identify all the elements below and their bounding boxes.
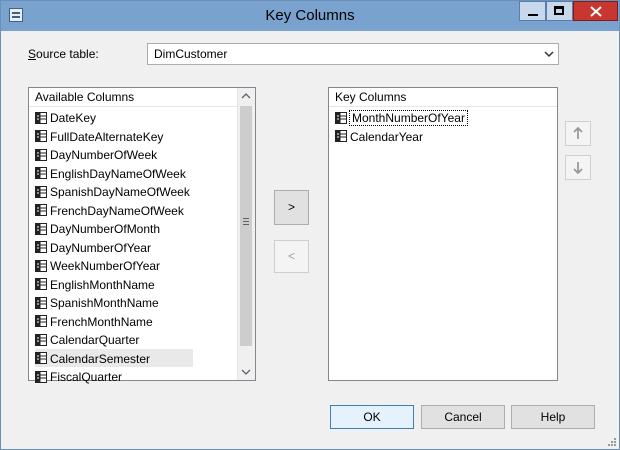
list-item[interactable]: WeekNumberOfYear bbox=[35, 256, 160, 274]
source-table-label-accelerator: S bbox=[28, 47, 37, 61]
list-item[interactable]: CalendarYear bbox=[335, 127, 423, 145]
scroll-up-button[interactable] bbox=[238, 88, 254, 105]
list-item[interactable]: DayNumberOfYear bbox=[35, 238, 151, 256]
list-item-label: CalendarSemester bbox=[50, 351, 151, 366]
list-item-label: SpanishMonthName bbox=[50, 295, 159, 310]
column-icon bbox=[35, 222, 47, 235]
list-item[interactable]: DateKey bbox=[35, 108, 96, 126]
column-icon bbox=[35, 111, 47, 124]
remove-column-button[interactable]: < bbox=[274, 240, 309, 273]
column-icon bbox=[35, 167, 47, 180]
column-icon bbox=[35, 352, 47, 365]
list-item[interactable]: SpanishDayNameOfWeek bbox=[35, 182, 190, 200]
list-item[interactable]: DayNumberOfMonth bbox=[35, 219, 160, 237]
list-item-label: DayNumberOfMonth bbox=[50, 221, 161, 236]
source-table-value: DimCustomer bbox=[154, 47, 228, 61]
list-item-label: FiscalQuarter bbox=[50, 369, 123, 384]
chevron-down-icon bbox=[241, 369, 251, 375]
list-item-label: DateKey bbox=[50, 110, 97, 125]
column-icon bbox=[35, 278, 47, 291]
column-icon bbox=[35, 259, 47, 272]
source-table-label-text: ource table: bbox=[36, 47, 99, 61]
list-item-label: WeekNumberOfYear bbox=[50, 258, 161, 273]
ok-button[interactable]: OK bbox=[330, 405, 414, 429]
column-icon bbox=[35, 370, 47, 383]
list-item[interactable]: CalendarSemester bbox=[35, 348, 193, 367]
close-icon bbox=[590, 6, 602, 17]
close-button[interactable] bbox=[573, 1, 618, 21]
list-item-label: CalendarYear bbox=[350, 129, 423, 144]
column-icon bbox=[35, 185, 47, 198]
available-columns-list[interactable]: Available Columns DateKey FullDateAlterna… bbox=[28, 87, 256, 384]
key-columns-header-label: Key Columns bbox=[335, 90, 407, 104]
list-item-label: DayNumberOfYear bbox=[50, 240, 151, 255]
arrow-down-icon bbox=[573, 162, 583, 174]
list-item-label: MonthNumberOfYear bbox=[349, 109, 468, 126]
column-icon bbox=[335, 130, 347, 143]
source-table-label: Source table: bbox=[28, 47, 99, 61]
column-icon bbox=[35, 204, 47, 217]
column-icon bbox=[35, 148, 47, 161]
list-item-label: CalendarQuarter bbox=[50, 332, 140, 347]
resize-grip-icon[interactable] bbox=[606, 436, 616, 446]
list-item[interactable]: CalendarQuarter bbox=[35, 330, 139, 348]
move-down-button[interactable] bbox=[565, 155, 591, 180]
list-item-label: SpanishDayNameOfWeek bbox=[50, 184, 190, 199]
column-icon bbox=[35, 315, 47, 328]
key-columns-header: Key Columns bbox=[329, 88, 557, 107]
column-icon bbox=[35, 296, 47, 309]
list-item[interactable]: SpanishMonthName bbox=[35, 293, 159, 311]
list-item-label: EnglishDayNameOfWeek bbox=[50, 166, 186, 181]
source-table-dropdown[interactable]: DimCustomer bbox=[147, 43, 559, 65]
list-item[interactable]: FullDateAlternateKey bbox=[35, 127, 163, 145]
minimize-button[interactable] bbox=[519, 1, 546, 21]
column-icon bbox=[335, 111, 347, 124]
chevron-down-icon bbox=[544, 51, 554, 58]
list-item[interactable]: FiscalQuarter bbox=[35, 367, 122, 385]
chevron-up-icon bbox=[241, 93, 251, 99]
column-icon bbox=[35, 333, 47, 346]
vertical-scrollbar[interactable] bbox=[237, 88, 255, 380]
title-bar: Key Columns bbox=[1, 1, 619, 31]
cancel-button[interactable]: Cancel bbox=[421, 405, 505, 429]
list-item[interactable]: EnglishMonthName bbox=[35, 275, 155, 293]
help-button[interactable]: Help bbox=[511, 405, 595, 429]
list-item[interactable]: EnglishDayNameOfWeek bbox=[35, 164, 186, 182]
add-column-button[interactable]: > bbox=[274, 190, 309, 225]
list-item[interactable]: DayNumberOfWeek bbox=[35, 145, 157, 163]
maximize-button[interactable] bbox=[546, 1, 573, 21]
arrow-up-icon bbox=[573, 127, 583, 139]
list-item-label: FullDateAlternateKey bbox=[50, 129, 164, 144]
scroll-down-button[interactable] bbox=[238, 363, 254, 380]
column-icon bbox=[35, 241, 47, 254]
list-item-label: FrenchDayNameOfWeek bbox=[50, 203, 184, 218]
scroll-grip bbox=[243, 218, 249, 227]
scroll-thumb[interactable] bbox=[240, 106, 252, 346]
column-icon bbox=[35, 130, 47, 143]
key-columns-list[interactable]: Key Columns MonthNumberOfYear CalendarYea… bbox=[328, 87, 558, 381]
key-columns-dialog: Key Columns Source table: DimCustomer Av… bbox=[0, 0, 620, 450]
move-up-button[interactable] bbox=[565, 121, 591, 146]
list-item-label: EnglishMonthName bbox=[50, 277, 155, 292]
list-item[interactable]: FrenchMonthName bbox=[35, 312, 153, 330]
list-item[interactable]: FrenchDayNameOfWeek bbox=[35, 201, 184, 219]
available-columns-header: Available Columns bbox=[29, 88, 238, 107]
list-item-label: FrenchMonthName bbox=[50, 314, 153, 329]
list-item[interactable]: MonthNumberOfYear bbox=[335, 108, 468, 126]
list-item-label: DayNumberOfWeek bbox=[50, 147, 158, 162]
available-columns-header-label: Available Columns bbox=[35, 90, 135, 104]
